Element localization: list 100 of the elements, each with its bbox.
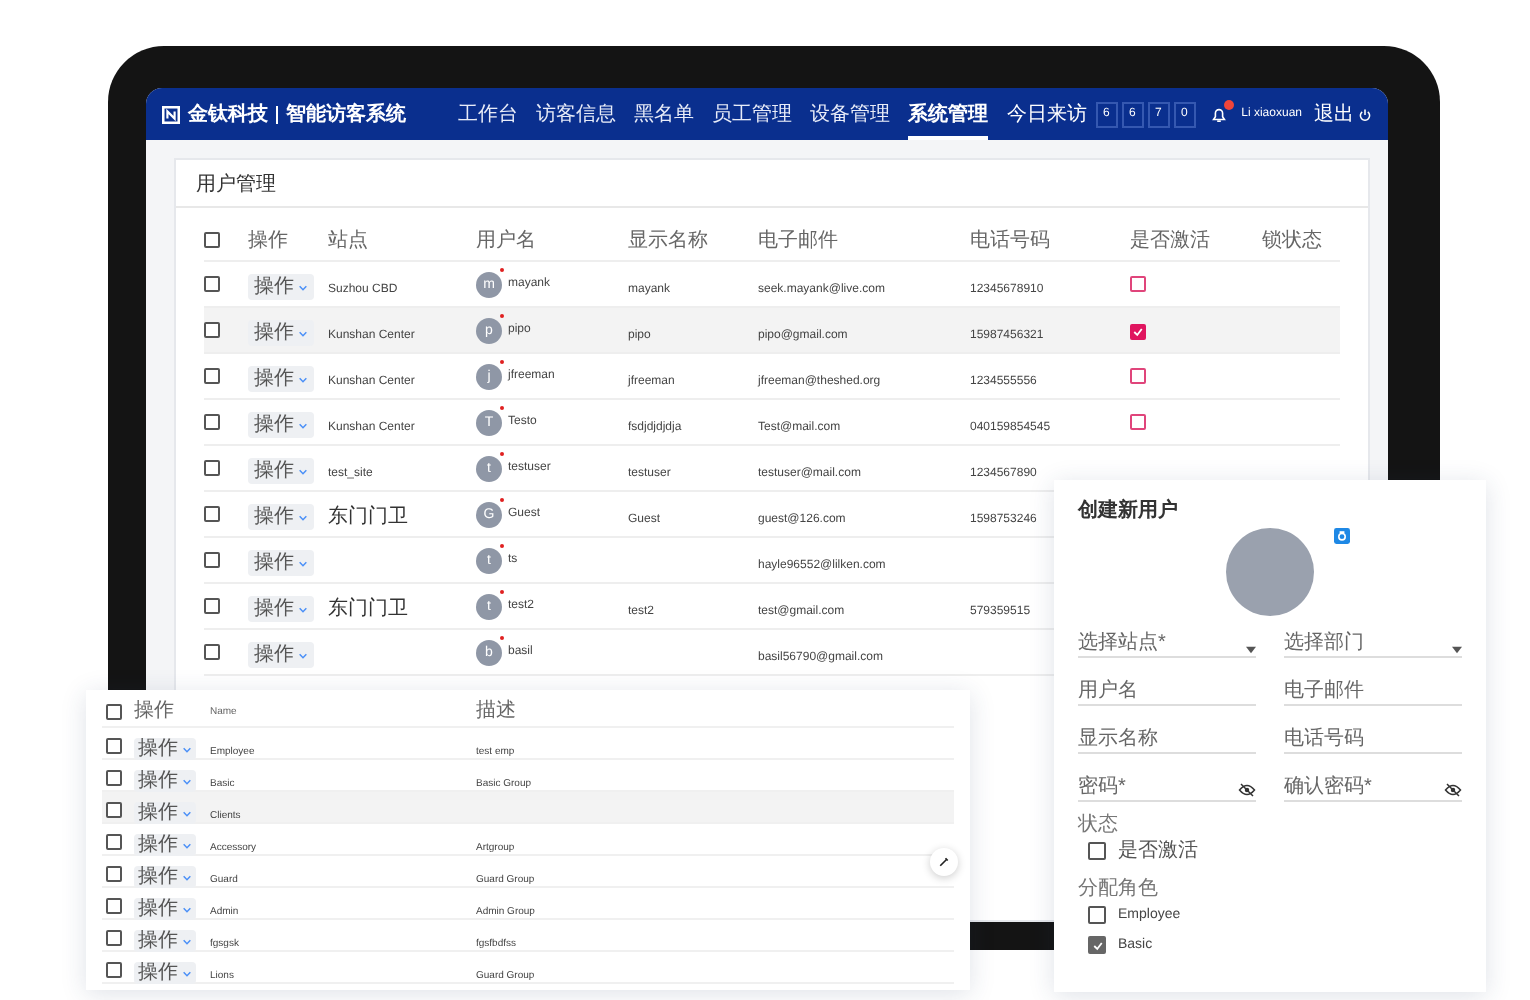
checkbox[interactable] bbox=[1088, 906, 1106, 924]
input-field[interactable]: 显示名称 bbox=[1078, 720, 1256, 754]
checkbox[interactable] bbox=[204, 598, 220, 614]
active-checkbox[interactable] bbox=[1130, 414, 1146, 430]
caret-icon bbox=[298, 605, 308, 613]
caret-icon bbox=[182, 841, 192, 849]
input-field[interactable]: 电话号码 bbox=[1284, 720, 1462, 754]
checkbox[interactable] bbox=[106, 930, 122, 946]
avatar bbox=[1226, 528, 1314, 616]
bell-icon[interactable] bbox=[1209, 105, 1228, 123]
checkbox[interactable] bbox=[106, 898, 122, 914]
checkbox[interactable] bbox=[106, 738, 122, 754]
caret-icon bbox=[182, 873, 192, 881]
checkbox[interactable] bbox=[204, 644, 220, 660]
checkbox[interactable] bbox=[1088, 842, 1106, 860]
action-dropdown[interactable]: 操作 bbox=[134, 962, 196, 984]
column-header: 用户名 bbox=[476, 229, 538, 251]
table-cell: 东门门卫 bbox=[328, 598, 408, 620]
checkbox[interactable] bbox=[106, 962, 122, 978]
column-header: 锁状态 bbox=[1262, 229, 1324, 251]
notification-dot bbox=[1223, 99, 1234, 109]
caret-icon bbox=[298, 421, 308, 429]
camera-icon[interactable] bbox=[1334, 528, 1350, 544]
eye-off-icon[interactable] bbox=[1444, 782, 1462, 798]
caret-icon bbox=[298, 375, 308, 383]
column-header: 是否激活 bbox=[1130, 229, 1212, 251]
input-field[interactable]: 用户名 bbox=[1078, 672, 1256, 706]
eye-off-icon[interactable] bbox=[1238, 782, 1256, 798]
column-header: 操作 bbox=[248, 229, 290, 251]
column-header: 显示名称 bbox=[628, 229, 710, 251]
checkbox[interactable] bbox=[106, 703, 122, 719]
column-header: 描述 bbox=[476, 700, 518, 722]
action-dropdown[interactable]: 操作 bbox=[248, 320, 314, 346]
column-header: 电话号码 bbox=[970, 229, 1052, 251]
caret-icon bbox=[1246, 646, 1256, 654]
active-checkbox[interactable] bbox=[1130, 368, 1146, 384]
action-dropdown[interactable]: 操作 bbox=[134, 930, 196, 952]
column-header: 电子邮件 bbox=[758, 229, 840, 251]
nav-tab[interactable]: 系统管理 bbox=[908, 88, 988, 140]
status-label: 状态 bbox=[1078, 814, 1120, 836]
caret-icon bbox=[182, 937, 192, 945]
checkbox[interactable] bbox=[204, 506, 220, 522]
action-dropdown[interactable]: 操作 bbox=[248, 550, 314, 576]
input-field[interactable]: 密码* bbox=[1078, 768, 1256, 802]
product-name: 智能访客系统 bbox=[286, 100, 406, 128]
checkbox[interactable] bbox=[204, 322, 220, 338]
nav-tab[interactable]: 工作台 bbox=[458, 88, 518, 140]
nav-tab[interactable]: 员工管理 bbox=[712, 88, 792, 140]
checkbox[interactable] bbox=[106, 866, 122, 882]
nav-tab[interactable]: 访客信息 bbox=[536, 88, 616, 140]
dialog-title: 创建新用户 bbox=[1078, 496, 1180, 524]
nav-tab[interactable]: 黑名单 bbox=[634, 88, 694, 140]
checkbox[interactable] bbox=[204, 232, 220, 248]
table-cell: 东门门卫 bbox=[328, 506, 408, 528]
edit-button[interactable] bbox=[930, 848, 958, 876]
checkbox[interactable] bbox=[204, 368, 220, 384]
action-dropdown[interactable]: 操作 bbox=[248, 366, 314, 392]
checkbox-label: 是否激活 bbox=[1118, 840, 1198, 862]
action-dropdown[interactable]: 操作 bbox=[134, 866, 196, 888]
caret-icon bbox=[182, 905, 192, 913]
column-header: 操作 bbox=[134, 700, 176, 722]
caret-icon bbox=[182, 969, 192, 977]
action-dropdown[interactable]: 操作 bbox=[248, 504, 314, 530]
select-field[interactable]: 选择部门 bbox=[1284, 624, 1462, 658]
input-field[interactable]: 确认密码* bbox=[1284, 768, 1462, 802]
action-dropdown[interactable]: 操作 bbox=[248, 596, 314, 622]
caret-icon bbox=[298, 513, 308, 521]
logo-icon bbox=[162, 105, 180, 123]
checkbox[interactable] bbox=[204, 460, 220, 476]
checkbox[interactable] bbox=[106, 770, 122, 786]
action-dropdown[interactable]: 操作 bbox=[248, 412, 314, 438]
caret-icon bbox=[298, 651, 308, 659]
checkbox[interactable] bbox=[204, 552, 220, 568]
nav-tab[interactable]: 设备管理 bbox=[810, 88, 890, 140]
action-dropdown[interactable]: 操作 bbox=[134, 770, 196, 792]
action-dropdown[interactable]: 操作 bbox=[248, 274, 314, 300]
checkbox[interactable] bbox=[106, 834, 122, 850]
checkbox[interactable] bbox=[1088, 936, 1106, 954]
caret-icon bbox=[298, 559, 308, 567]
active-checkbox[interactable] bbox=[1130, 276, 1146, 292]
checkbox[interactable] bbox=[204, 414, 220, 430]
caret-icon bbox=[182, 809, 192, 817]
select-field[interactable]: 选择站点* bbox=[1078, 624, 1256, 658]
panel-title: 用户管理 bbox=[176, 168, 1368, 208]
pencil-icon bbox=[938, 856, 950, 868]
action-dropdown[interactable]: 操作 bbox=[134, 738, 196, 760]
power-icon[interactable] bbox=[1358, 107, 1372, 121]
action-dropdown[interactable]: 操作 bbox=[248, 642, 314, 668]
action-dropdown[interactable]: 操作 bbox=[134, 898, 196, 920]
input-field[interactable]: 电子邮件 bbox=[1284, 672, 1462, 706]
action-dropdown[interactable]: 操作 bbox=[134, 802, 196, 824]
active-checkbox[interactable] bbox=[1130, 324, 1146, 340]
action-dropdown[interactable]: 操作 bbox=[134, 834, 196, 856]
checkbox[interactable] bbox=[106, 802, 122, 818]
checkbox[interactable] bbox=[204, 276, 220, 292]
logout-link[interactable]: 退出 bbox=[1314, 100, 1354, 128]
action-dropdown[interactable]: 操作 bbox=[248, 458, 314, 484]
caret-icon bbox=[298, 329, 308, 337]
caret-icon bbox=[182, 745, 192, 753]
caret-icon bbox=[182, 777, 192, 785]
